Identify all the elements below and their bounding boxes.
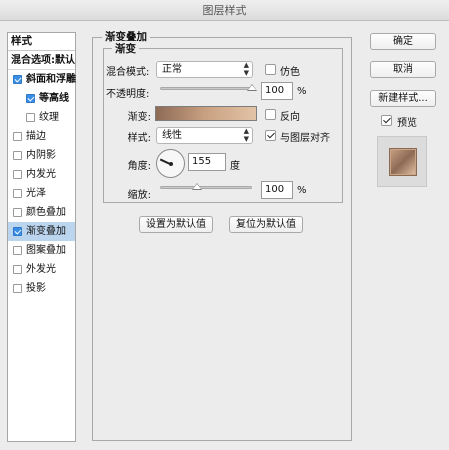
styles-list: 样式 混合选项:默认 斜面和浮雕等高线纹理描边内阴影内发光光泽颜色叠加渐变叠加图… xyxy=(7,32,76,442)
style-item-label: 内发光 xyxy=(26,169,56,180)
style-item-checkbox[interactable] xyxy=(13,151,22,160)
style-item[interactable]: 渐变叠加 xyxy=(8,222,75,241)
dither-label: 仿色 xyxy=(280,67,300,78)
style-select[interactable]: 线性 ▲ ▼ xyxy=(156,127,253,144)
opacity-slider[interactable] xyxy=(160,87,252,90)
align-with-layer-checkbox[interactable] xyxy=(265,130,276,141)
scale-label: 缩放: xyxy=(127,190,151,201)
style-item[interactable]: 内阴影 xyxy=(8,146,75,165)
select-arrows-icon: ▲ ▼ xyxy=(243,61,249,77)
style-item-checkbox[interactable] xyxy=(13,189,22,198)
style-item-checkbox[interactable] xyxy=(13,132,22,141)
angle-dial[interactable] xyxy=(156,149,185,178)
preview-label: 预览 xyxy=(397,118,417,129)
gradient-subgroup-title: 渐变 xyxy=(112,41,139,56)
style-item[interactable]: 内发光 xyxy=(8,165,75,184)
angle-unit: 度 xyxy=(230,161,240,172)
style-item[interactable]: 颜色叠加 xyxy=(8,203,75,222)
style-item[interactable]: 图案叠加 xyxy=(8,241,75,260)
style-item-label: 渐变叠加 xyxy=(26,226,66,237)
layer-style-dialog: 图层样式 样式 混合选项:默认 斜面和浮雕等高线纹理描边内阴影内发光光泽颜色叠加… xyxy=(0,0,449,450)
scale-slider[interactable] xyxy=(160,186,252,189)
style-item[interactable]: 等高线 xyxy=(8,89,75,108)
reset-default-button[interactable]: 复位为默认值 xyxy=(229,216,303,233)
opacity-slider-thumb[interactable] xyxy=(247,84,257,91)
blend-mode-select[interactable]: 正常 ▲ ▼ xyxy=(156,61,253,78)
style-item-checkbox[interactable] xyxy=(26,94,35,103)
style-item-checkbox[interactable] xyxy=(13,265,22,274)
style-item-label: 颜色叠加 xyxy=(26,207,66,218)
align-with-layer-label: 与图层对齐 xyxy=(280,133,330,144)
style-item-label: 图案叠加 xyxy=(26,245,66,256)
blend-mode-value: 正常 xyxy=(162,64,182,75)
cancel-button[interactable]: 取消 xyxy=(370,61,436,78)
style-item[interactable]: 斜面和浮雕 xyxy=(8,70,76,89)
style-label: 样式: xyxy=(127,133,151,144)
reverse-checkbox[interactable] xyxy=(265,109,276,120)
blending-options-item[interactable]: 混合选项:默认 xyxy=(8,51,75,70)
style-item-checkbox[interactable] xyxy=(13,246,22,255)
blend-mode-label: 混合模式: xyxy=(106,67,150,78)
style-item-label: 等高线 xyxy=(39,93,69,104)
style-value: 线性 xyxy=(162,130,182,141)
style-item[interactable]: 外发光 xyxy=(8,260,75,279)
gradient-label: 渐变: xyxy=(127,112,151,123)
style-item-checkbox[interactable] xyxy=(13,75,22,84)
new-style-button[interactable]: 新建样式... xyxy=(370,90,436,107)
style-item-checkbox[interactable] xyxy=(13,284,22,293)
style-item-label: 内阴影 xyxy=(26,150,56,161)
style-item[interactable]: 纹理 xyxy=(8,108,75,127)
style-item-checkbox[interactable] xyxy=(26,113,35,122)
select-arrows-icon: ▲ ▼ xyxy=(243,127,249,143)
style-item-checkbox[interactable] xyxy=(13,227,22,236)
style-preview xyxy=(377,136,427,187)
style-item-checkbox[interactable] xyxy=(13,208,22,217)
angle-label: 角度: xyxy=(127,161,151,172)
dither-checkbox[interactable] xyxy=(265,64,276,75)
angle-input[interactable]: 155 xyxy=(188,153,226,171)
scale-input[interactable]: 100 xyxy=(261,181,293,199)
style-item[interactable]: 投影 xyxy=(8,279,75,298)
angle-dial-center xyxy=(169,162,173,166)
reverse-label: 反向 xyxy=(280,112,300,123)
style-item-label: 描边 xyxy=(26,131,46,142)
styles-header[interactable]: 样式 xyxy=(8,33,75,51)
style-item[interactable]: 描边 xyxy=(8,127,75,146)
style-item-label: 斜面和浮雕 xyxy=(26,74,76,85)
style-item-label: 纹理 xyxy=(39,112,59,123)
style-item[interactable]: 光泽 xyxy=(8,184,75,203)
style-item-label: 光泽 xyxy=(26,188,46,199)
window-title: 图层样式 xyxy=(0,0,449,21)
gradient-picker[interactable] xyxy=(155,106,257,121)
set-default-button[interactable]: 设置为默认值 xyxy=(139,216,213,233)
opacity-unit: % xyxy=(297,86,307,97)
preview-swatch xyxy=(389,148,417,176)
scale-unit: % xyxy=(297,185,307,196)
ok-button[interactable]: 确定 xyxy=(370,33,436,50)
opacity-input[interactable]: 100 xyxy=(261,82,293,100)
style-item-label: 投影 xyxy=(26,283,46,294)
preview-checkbox[interactable] xyxy=(381,115,392,126)
style-item-checkbox[interactable] xyxy=(13,170,22,179)
scale-slider-thumb[interactable] xyxy=(191,183,202,190)
style-item-label: 外发光 xyxy=(26,264,56,275)
opacity-label: 不透明度: xyxy=(106,89,150,100)
